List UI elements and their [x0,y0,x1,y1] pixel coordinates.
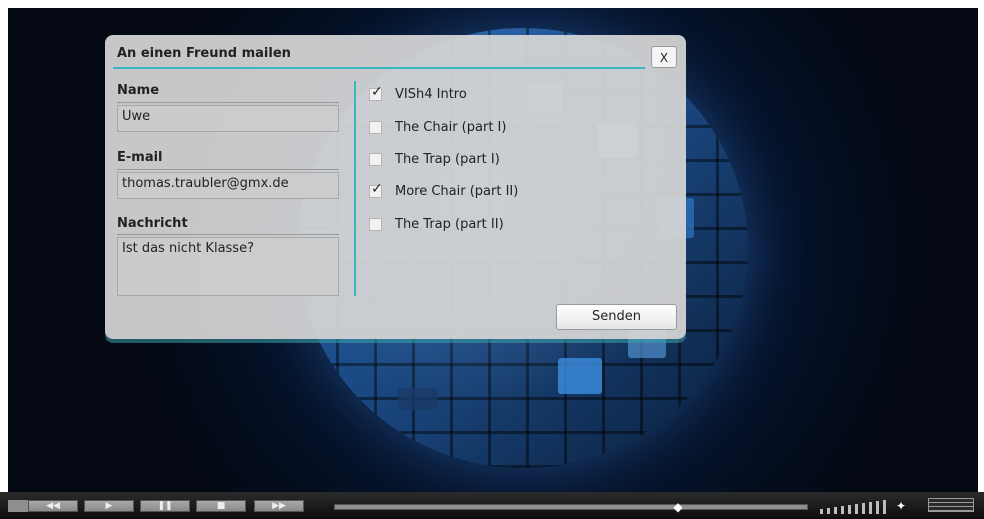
video-option-label: The Chair (part I) [395,120,507,135]
checkbox[interactable] [369,218,382,231]
fast-forward-icon[interactable]: ▶▶ [254,500,304,512]
checkbox[interactable]: ✓ [369,84,383,101]
rewind-icon[interactable]: ◀◀ [28,500,78,512]
video-option-label: More Chair (part II) [395,184,519,199]
message-label: Nachricht [117,216,188,231]
checkbox[interactable] [369,153,382,166]
checkbox[interactable]: ✓ [369,181,383,198]
name-field[interactable]: Uwe [117,105,339,132]
column-divider [354,81,356,296]
stop-icon[interactable]: ■ [196,500,246,512]
message-label-line [117,234,339,235]
checkbox[interactable] [369,121,382,134]
mail-friend-dialog: An einen Freund mailen X Name Uwe E-mail… [105,35,686,339]
name-label: Name [117,83,160,98]
seek-handle-icon[interactable]: ◆ [671,500,685,514]
message-field[interactable]: Ist das nicht Klasse? [117,237,339,296]
dialog-title: An einen Freund mailen [117,46,291,61]
close-button[interactable]: X [651,46,677,68]
title-underline [113,67,645,69]
email-label-line [117,169,339,170]
checkmark-icon: ✓ [371,181,383,197]
video-option-label: VISh4 Intro [395,87,467,102]
play-icon[interactable]: ▶ [84,500,134,512]
controlbar-left-cap [8,500,28,512]
checkmark-icon: ✓ [371,84,383,100]
fullscreen-icon[interactable] [928,498,974,512]
email-field[interactable]: thomas.traubler@gmx.de [117,172,339,199]
pause-icon[interactable]: ❚❚ [140,500,190,512]
video-option-label: The Trap (part II) [395,217,504,232]
player-controlbar: ◀◀ ▶ ❚❚ ■ ▶▶ ◆ ✦ [0,492,984,519]
volume-handle-icon[interactable]: ✦ [896,500,912,512]
video-option-label: The Trap (part I) [395,152,500,167]
send-button[interactable]: Senden [556,304,677,330]
email-label: E-mail [117,150,163,165]
volume-level-icon[interactable] [820,500,890,514]
seek-bar[interactable] [334,504,808,510]
name-label-line [117,102,339,103]
